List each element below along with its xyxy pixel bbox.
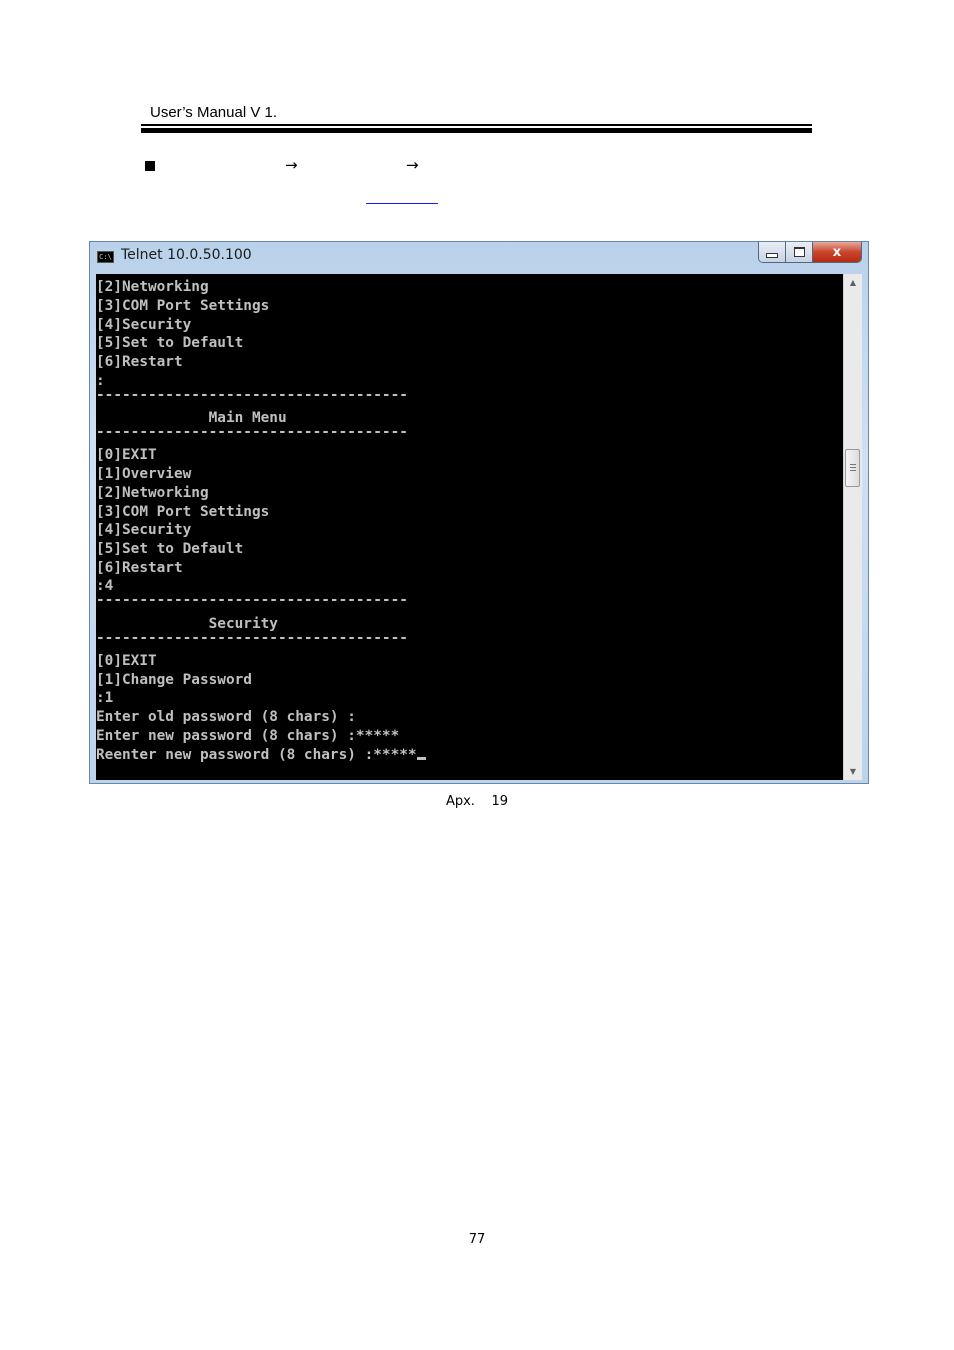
minimize-icon bbox=[766, 252, 778, 258]
bullet-square-icon bbox=[145, 161, 155, 171]
grip-line bbox=[850, 464, 856, 465]
grip-line bbox=[850, 470, 856, 471]
close-button[interactable]: x bbox=[813, 242, 861, 262]
console-line: [5]Set to Default bbox=[96, 541, 244, 557]
console-line: Enter new password (8 chars) :***** bbox=[96, 728, 400, 744]
console-line: [3]COM Port Settings bbox=[96, 504, 270, 520]
grip-line bbox=[850, 467, 856, 468]
arrow-right-icon: → bbox=[285, 156, 298, 174]
console-line: [1]Overview bbox=[96, 466, 192, 482]
scroll-thumb[interactable] bbox=[845, 449, 860, 487]
console-line: [0]EXIT bbox=[96, 653, 157, 669]
header-title: User’s Manual V 1. bbox=[150, 104, 278, 121]
maximize-icon bbox=[793, 247, 805, 257]
console-line: ------------------------------------ bbox=[96, 387, 408, 403]
scroll-down-arrow-icon[interactable]: ▼ bbox=[844, 763, 862, 780]
console-icon[interactable]: C:\ bbox=[97, 251, 114, 263]
header-rule-thin bbox=[141, 124, 812, 126]
maximize-button[interactable] bbox=[786, 242, 813, 262]
console-line: [4]Security bbox=[96, 522, 192, 538]
console-line: [2]Networking bbox=[96, 279, 209, 295]
console-line: [0]EXIT bbox=[96, 447, 157, 463]
window-title: Telnet 10.0.50.100 bbox=[121, 247, 252, 263]
text-cursor bbox=[416, 757, 426, 760]
console-line: [6]Restart bbox=[96, 354, 183, 370]
close-icon: x bbox=[832, 244, 842, 260]
console-area[interactable]: [2]Networking [3]COM Port Settings [4]Se… bbox=[96, 274, 843, 780]
page-number: 77 bbox=[468, 1232, 486, 1247]
console-line: Enter old password (8 chars) : bbox=[96, 709, 356, 725]
console-line: ------------------------------------ bbox=[96, 630, 408, 646]
console-line: ------------------------------------ bbox=[96, 592, 408, 608]
header-rule-thick bbox=[141, 128, 812, 133]
console-line: [5]Set to Default bbox=[96, 335, 244, 351]
console-line: :1 bbox=[96, 690, 114, 706]
console-line: [6]Restart bbox=[96, 560, 183, 576]
console-line: [2]Networking bbox=[96, 485, 209, 501]
console-line: ------------------------------------ bbox=[96, 424, 408, 440]
console-line: [1]Change Password bbox=[96, 672, 252, 688]
console-line: [3]COM Port Settings bbox=[96, 298, 270, 314]
console-line-text: Reenter new password (8 chars) :***** bbox=[96, 747, 417, 763]
telnet-window: C:\ Telnet 10.0.50.100 x [2]Networking [… bbox=[89, 241, 869, 784]
vertical-scrollbar[interactable]: ▲ ▼ bbox=[843, 274, 862, 780]
console-line: [4]Security bbox=[96, 317, 192, 333]
minimize-button[interactable] bbox=[759, 242, 786, 262]
scroll-up-arrow-icon[interactable]: ▲ bbox=[844, 274, 862, 291]
console-prompt-line: Reenter new password (8 chars) :***** bbox=[96, 746, 426, 765]
figure-caption: Apx. 19 bbox=[445, 794, 509, 809]
window-controls: x bbox=[758, 242, 862, 263]
arrow-right-icon: → bbox=[406, 156, 419, 174]
hyperlink-underline[interactable] bbox=[366, 203, 438, 204]
